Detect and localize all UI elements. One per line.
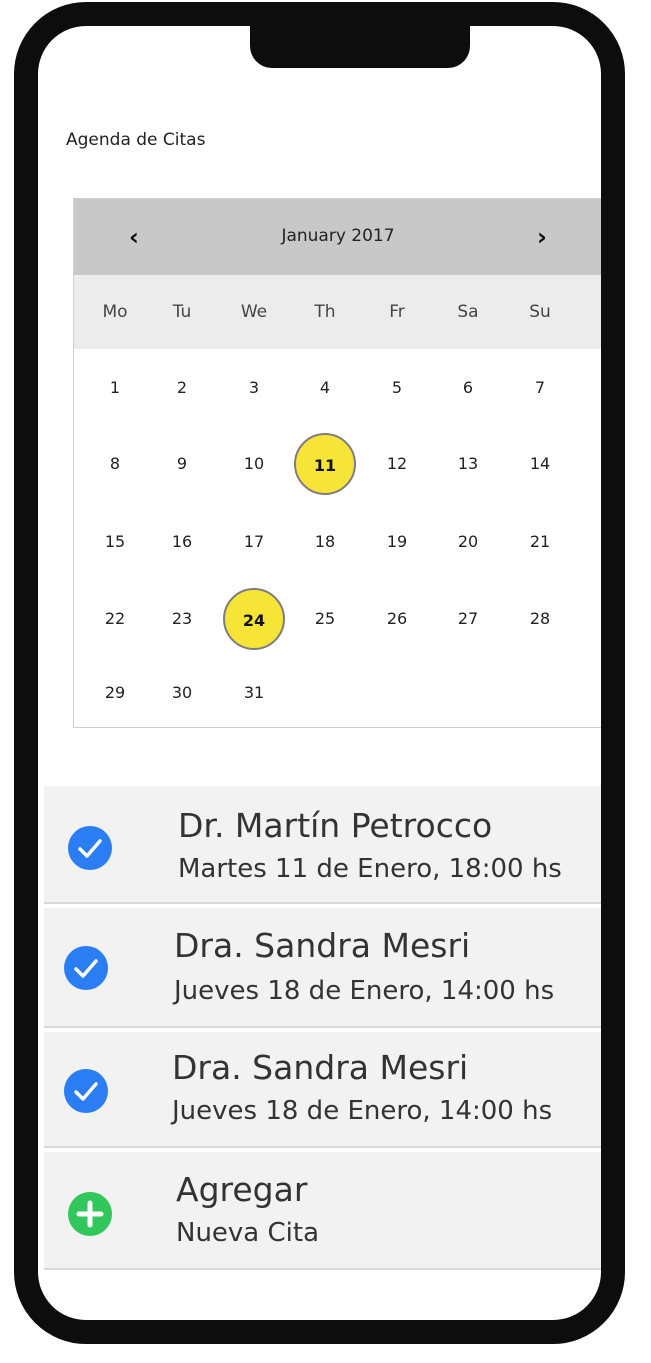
calendar-day-highlighted[interactable]: 11 <box>294 433 356 495</box>
appointment-doctor: Dra. Sandra Mesri <box>172 1048 469 1087</box>
appointment-datetime: Jueves 18 de Enero, 14:00 hs <box>174 976 555 1006</box>
calendar-day[interactable]: 21 <box>510 522 570 562</box>
calendar: ‹ January 2017 › Mo Tu We Th Fr Sa Su 12… <box>73 198 601 728</box>
weekday-label: Fr <box>389 302 405 322</box>
calendar-day[interactable]: 27 <box>438 599 498 639</box>
add-label: Agregar <box>176 1170 308 1209</box>
add-appointment-button[interactable]: Agregar Nueva Cita <box>44 1152 601 1270</box>
appointment-item[interactable]: Dra. Sandra Mesri Jueves 18 de Enero, 14… <box>44 1032 601 1148</box>
check-circle-icon <box>64 1069 108 1113</box>
check-circle-icon <box>64 946 108 990</box>
calendar-day[interactable]: 17 <box>224 522 284 562</box>
weekday-label: Sa <box>457 302 479 322</box>
calendar-header: ‹ January 2017 › <box>74 199 601 275</box>
calendar-day[interactable]: 14 <box>510 444 570 484</box>
page-title: Agenda de Citas <box>66 130 206 150</box>
calendar-day[interactable]: 8 <box>85 444 145 484</box>
weekday-label: We <box>240 302 268 322</box>
appointment-datetime: Jueves 18 de Enero, 14:00 hs <box>172 1096 553 1126</box>
appointment-item[interactable]: Dr. Martín Petrocco Martes 11 de Enero, … <box>44 786 601 904</box>
calendar-day[interactable]: 4 <box>295 368 355 408</box>
calendar-day-highlighted[interactable]: 24 <box>223 588 285 650</box>
calendar-day[interactable]: 13 <box>438 444 498 484</box>
calendar-day[interactable]: 10 <box>224 444 284 484</box>
calendar-day[interactable]: 29 <box>85 673 145 713</box>
calendar-day[interactable]: 1 <box>85 368 145 408</box>
check-circle-icon <box>68 826 112 870</box>
add-sublabel: Nueva Cita <box>176 1218 320 1248</box>
calendar-weekday-row: Mo Tu We Th Fr Sa Su <box>74 275 601 349</box>
calendar-day[interactable]: 15 <box>85 522 145 562</box>
calendar-day[interactable]: 26 <box>367 599 427 639</box>
calendar-day[interactable]: 19 <box>367 522 427 562</box>
calendar-day[interactable]: 22 <box>85 599 145 639</box>
calendar-day[interactable]: 2 <box>152 368 212 408</box>
calendar-day[interactable]: 18 <box>295 522 355 562</box>
weekday-label: Tu <box>172 302 192 322</box>
appointment-doctor: Dr. Martín Petrocco <box>178 806 493 845</box>
calendar-month-label: January 2017 <box>281 226 395 246</box>
calendar-day[interactable]: 7 <box>510 368 570 408</box>
calendar-day[interactable]: 3 <box>224 368 284 408</box>
calendar-day[interactable]: 20 <box>438 522 498 562</box>
phone-notch <box>250 26 470 68</box>
calendar-day[interactable]: 16 <box>152 522 212 562</box>
appointment-item[interactable]: Dra. Sandra Mesri Jueves 18 de Enero, 14… <box>44 908 601 1028</box>
calendar-day[interactable]: 31 <box>224 673 284 713</box>
calendar-day[interactable]: 25 <box>295 599 355 639</box>
calendar-day[interactable]: 23 <box>152 599 212 639</box>
plus-circle-icon <box>68 1192 112 1236</box>
weekday-label: Mo <box>102 302 128 322</box>
appointment-datetime: Martes 11 de Enero, 18:00 hs <box>178 854 562 884</box>
calendar-day[interactable]: 6 <box>438 368 498 408</box>
calendar-day[interactable]: 9 <box>152 444 212 484</box>
phone-frame: Agenda de Citas ‹ January 2017 › Mo Tu W… <box>14 2 625 1344</box>
appointment-doctor: Dra. Sandra Mesri <box>174 926 471 965</box>
calendar-day[interactable]: 28 <box>510 599 570 639</box>
weekday-label: Su <box>529 302 551 322</box>
calendar-day[interactable]: 12 <box>367 444 427 484</box>
calendar-day[interactable]: 30 <box>152 673 212 713</box>
weekday-label: Th <box>314 302 336 322</box>
chevron-right-icon[interactable]: › <box>524 219 560 255</box>
calendar-day[interactable]: 5 <box>367 368 427 408</box>
